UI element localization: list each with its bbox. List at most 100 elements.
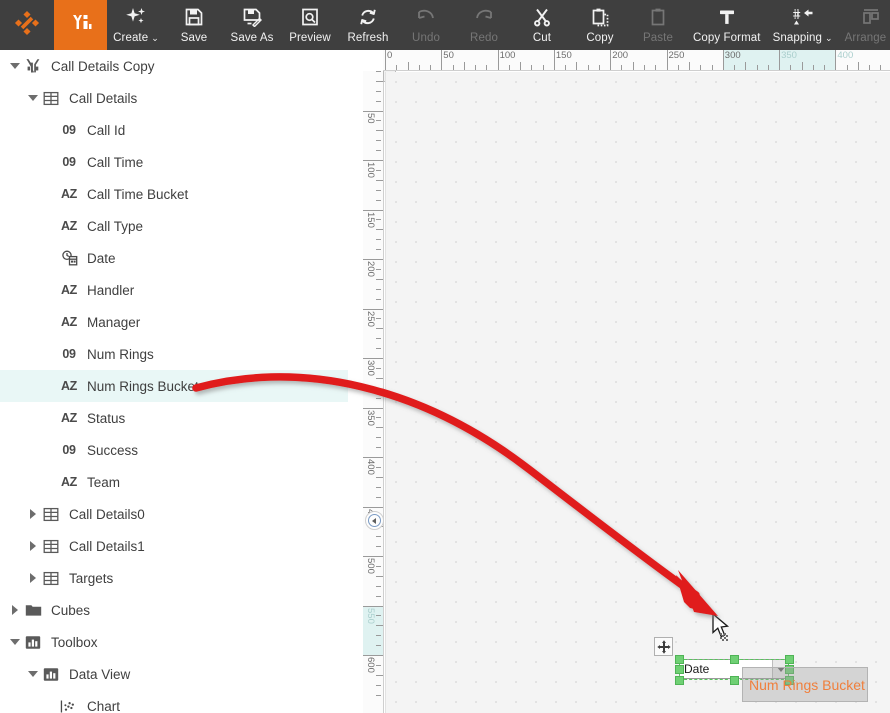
tree-item-label: Team [87,474,121,490]
tree-item-call-id[interactable]: 09 Call Id [0,114,348,146]
chevron-down-icon[interactable] [26,667,40,681]
arrange-button[interactable]: Arrange⌄ [839,0,890,50]
resize-handle-n[interactable] [730,655,739,664]
chevron-down-icon[interactable] [8,59,22,73]
tree-twisty-placeholder [44,347,58,361]
resize-handle-sw[interactable] [675,676,684,685]
resize-handle-nw[interactable] [675,655,684,664]
tree-item-label: Call Details0 [69,506,145,522]
tree-item-call-details-copy[interactable]: Call Details Copy [0,50,348,82]
paste-button[interactable]: Paste [629,0,687,50]
panel-collapse-handle[interactable] [365,511,384,530]
tree-item-targets[interactable]: Targets [0,562,348,594]
ruler-minor-tick [376,189,381,191]
ruler-minor-tick [376,71,381,72]
move-handle[interactable] [654,637,673,656]
ruler-label: 250 [668,50,685,61]
toolbox-chart-icon [40,664,62,684]
tree-item-num-rings-bucket[interactable]: AZ Num Rings Bucket [0,370,348,402]
cut-button[interactable]: Cut [513,0,571,50]
refresh-circular-arrows-icon [358,5,378,29]
tree-twisty-placeholder [44,123,58,137]
table-icon [40,88,62,108]
tree-item-team[interactable]: AZ Team [0,466,348,498]
ruler-minor-tick [376,575,383,577]
tree-twisty-placeholder [44,443,58,457]
ruler-minor-tick [376,694,381,696]
snapping-button[interactable]: Snapping ⌄ [767,0,839,50]
arrange-layers-icon [861,5,881,29]
tree-item-chart[interactable]: Chart [0,690,348,713]
tree-item-call-details1[interactable]: Call Details1 [0,530,348,562]
ruler-minor-tick [418,65,420,70]
preview-button[interactable]: Preview [281,0,339,50]
tree-item-call-type[interactable]: AZ Call Type [0,210,348,242]
ruler-minor-tick [376,427,383,429]
resize-handle-w[interactable] [675,665,684,674]
ruler-minor-tick [376,585,381,587]
tree-item-status[interactable]: AZ Status [0,402,348,434]
tree-item-call-time[interactable]: 09 Call Time [0,146,348,178]
copy-format-button[interactable]: Copy Format [687,0,767,50]
redo-button[interactable]: Redo [455,0,513,50]
save-as-label: Save As [230,32,274,44]
ruler-minor-tick [767,65,769,70]
tree-item-data-view[interactable]: Data View [0,658,348,690]
tree-twisty-placeholder [44,315,58,329]
scatter-chart-icon [58,696,80,713]
dashboard-module-button[interactable] [54,0,107,50]
ruler-minor-tick [376,199,381,201]
project-explorer-tree: Call Details Copy Call Details 09 Call Id 09… [0,50,348,713]
refresh-button[interactable]: Refresh [339,0,397,50]
tree-item-call-details0[interactable]: Call Details0 [0,498,348,530]
resize-handle-ne[interactable] [785,655,794,664]
tree-item-label: Handler [87,282,135,298]
tree-item-date[interactable]: Date [0,242,348,274]
save-button[interactable]: Save [165,0,223,50]
chevron-right-icon[interactable] [26,571,40,585]
ruler-label: 500 [365,558,376,574]
design-canvas[interactable]: Date Num Rings Bucket [385,72,890,713]
ruler-minor-tick [376,674,383,676]
copy-button[interactable]: Copy [571,0,629,50]
ruler-minor-tick [824,65,826,70]
tree-item-call-details[interactable]: Call Details [0,82,348,114]
scissors-icon [532,5,552,29]
tree-item-label: Num Rings Bucket [87,378,199,394]
tree-item-manager[interactable]: AZ Manager [0,306,348,338]
save-as-button[interactable]: Save As [223,0,281,50]
tree-item-label: Call Id [87,122,126,138]
tree-item-label: Data View [69,666,131,682]
tree-item-cubes[interactable]: Cubes [0,594,348,626]
ruler-minor-tick [376,387,381,389]
app-logo[interactable] [0,0,54,50]
tree-item-success[interactable]: 09 Success [0,434,348,466]
snapping-grid-icon [791,5,815,29]
redo-arrow-icon [474,5,494,29]
tree-item-call-time-bucket[interactable]: AZ Call Time Bucket [0,178,348,210]
undo-button[interactable]: Undo [397,0,455,50]
ruler-minor-tick [376,328,383,330]
chevron-down-icon[interactable] [26,91,40,105]
tree-item-num-rings[interactable]: 09 Num Rings [0,338,348,370]
table-icon [40,536,62,556]
chevron-right-icon[interactable] [8,603,22,617]
tree-item-handler[interactable]: AZ Handler [0,274,348,306]
chevron-right-icon[interactable] [26,539,40,553]
clipboard-paste-icon [648,5,668,29]
ruler-minor-tick [376,635,381,637]
ruler-label: 600 [365,657,376,673]
resize-handle-s[interactable] [730,676,739,685]
tree-twisty-placeholder [44,187,58,201]
chevron-down-icon[interactable] [8,635,22,649]
redo-label: Redo [470,32,498,44]
tree-item-toolbox[interactable]: Toolbox [0,626,348,658]
ruler-minor-tick [376,367,381,369]
ruler-minor-tick [376,100,381,102]
tree-twisty-placeholder [44,475,58,489]
ruler-minor-tick [486,65,488,70]
create-button[interactable]: Create ⌄ [107,0,165,50]
cut-label: Cut [532,32,552,44]
chevron-right-icon[interactable] [26,507,40,521]
floppy-disk-icon [184,5,204,29]
